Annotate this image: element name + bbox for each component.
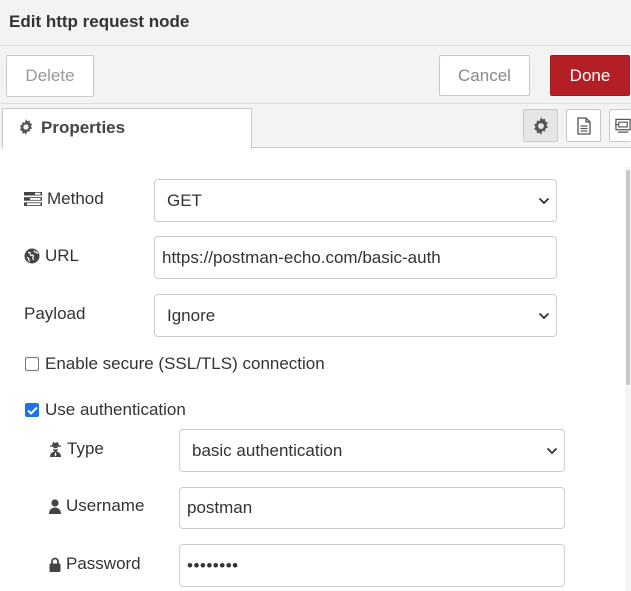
ssl-checkbox[interactable] [25,357,39,371]
use-authentication-checkbox[interactable] [25,403,39,417]
node-appearance-icon [615,118,631,133]
dialog-toolbar [0,46,631,104]
auth-type-label: Type [67,439,104,458]
username-input[interactable]: postman [179,487,565,529]
auth-type-select[interactable]: basic authentication [179,429,565,472]
password-value: •••••••• [187,555,239,575]
done-button[interactable]: Done [550,55,630,96]
url-input[interactable]: https://postman-echo.com/basic-auth [154,236,557,279]
method-value: GET [167,190,202,210]
tab-divider [252,147,631,148]
password-input[interactable]: •••••••• [179,544,565,587]
password-label-row: Password [49,552,141,576]
payload-select[interactable]: Ignore [154,294,557,337]
method-select[interactable]: GET [154,179,557,222]
description-tab-button[interactable] [566,109,601,142]
gear-icon [19,119,33,135]
payload-label-row: Payload [24,302,85,326]
ssl-checkbox-label[interactable]: Enable secure (SSL/TLS) connection [45,354,325,374]
settings-tab-button[interactable] [523,109,558,142]
url-label: URL [45,246,80,265]
tasks-icon [24,192,42,206]
checkmark-icon [26,406,38,415]
auth-type-value: basic authentication [192,440,343,460]
delete-button[interactable]: Delete [6,55,94,97]
payload-label: Payload [24,304,86,323]
appearance-tab-button[interactable] [609,109,631,142]
gear-icon [533,116,548,135]
password-label: Password [66,554,141,573]
tab-properties[interactable] [2,108,252,149]
use-authentication-label[interactable]: Use authentication [45,400,186,420]
lock-icon [49,557,61,572]
username-label-row: Username [49,494,144,518]
username-value: postman [187,498,253,517]
user-secret-icon [50,442,61,457]
document-icon [576,116,591,135]
user-icon [49,498,61,514]
url-value: https://postman-echo.com/basic-auth [162,247,441,267]
chevron-down-icon [546,447,558,454]
cancel-button[interactable]: Cancel [439,55,530,96]
tab-properties-label: Properties [41,118,126,137]
globe-icon [24,248,40,264]
payload-value: Ignore [167,305,216,325]
username-label: Username [66,496,145,515]
url-label-row: URL [24,244,79,268]
scrollbar-thumb[interactable] [626,170,630,385]
dialog-title: Edit http request node [9,12,190,31]
chevron-down-icon [538,197,550,204]
method-label-row: Method [24,187,104,211]
auth-type-label-row: Type [49,437,104,461]
chevron-down-icon [538,312,550,319]
method-label: Method [47,189,104,208]
